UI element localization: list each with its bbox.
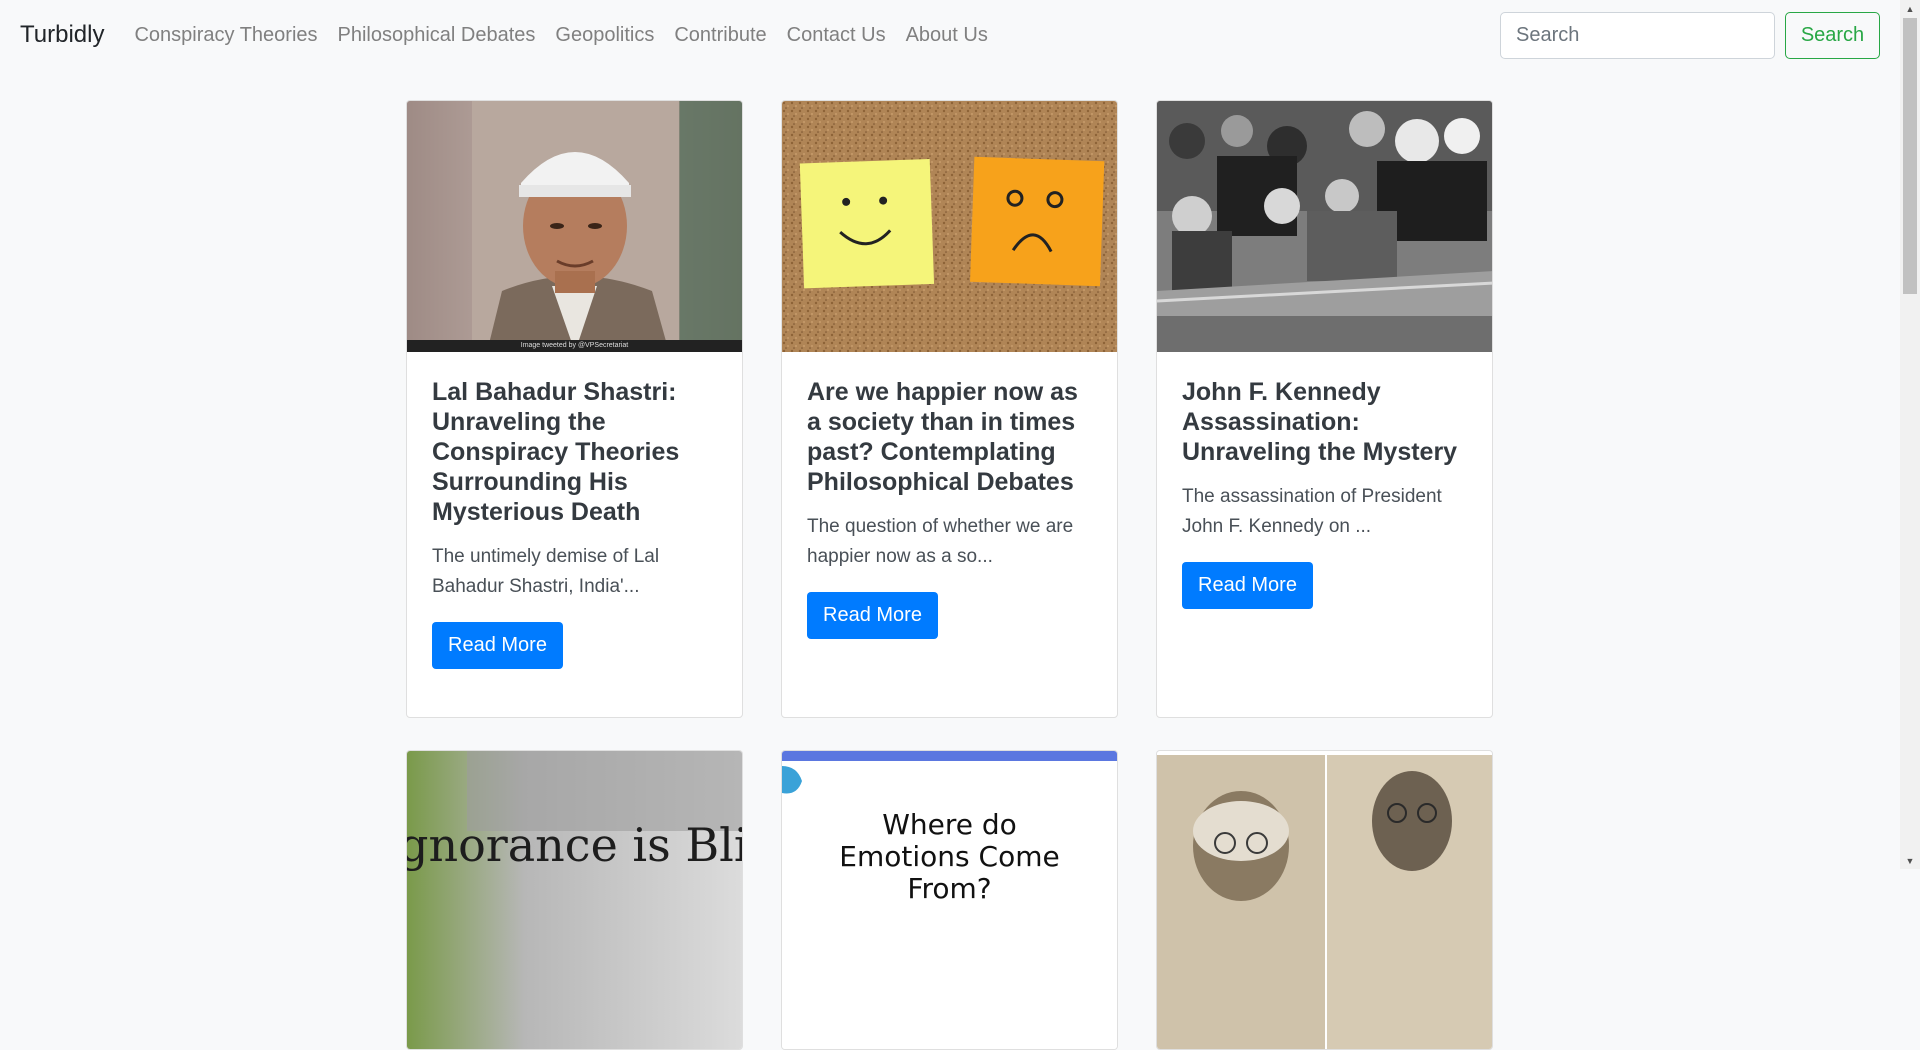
article-title[interactable]: Are we happier now as a society than in … <box>807 377 1092 497</box>
sticky-notes-image <box>782 101 1117 352</box>
article-excerpt: The untimely demise of Lal Bahadur Shast… <box>432 546 660 597</box>
navbar: Turbidly Conspiracy Theories Philosophic… <box>0 0 1900 70</box>
nav-link-contribute[interactable]: Contribute <box>674 24 766 47</box>
article-image-emotions[interactable]: Where do Emotions Come From? <box>782 751 1117 1049</box>
image-headline: gnorance is Blis <box>407 818 742 872</box>
nav-link-contact-us[interactable]: Contact Us <box>787 24 886 47</box>
nav-link-about-us[interactable]: About Us <box>906 24 988 47</box>
scroll-thumb[interactable] <box>1903 18 1917 294</box>
nav-link-conspiracy-theories[interactable]: Conspiracy Theories <box>134 24 317 47</box>
article-title[interactable]: Lal Bahadur Shastri: Unraveling the Cons… <box>432 377 717 527</box>
article-image-portraits[interactable] <box>1157 751 1492 1049</box>
read-more-button[interactable]: Read More <box>1182 562 1313 609</box>
card-body: John F. Kennedy Assassination: Unravelin… <box>1157 352 1492 634</box>
article-card: Where do Emotions Come From? <box>781 750 1118 1050</box>
article-image-shastri[interactable]: Image tweeted by @VPSecretariat <box>407 101 742 352</box>
image-caption: Image tweeted by @VPSecretariat <box>407 340 742 352</box>
search-button[interactable]: Search <box>1785 11 1880 59</box>
article-card: gnorance is Blis <box>406 750 743 1050</box>
nav-link-geopolitics[interactable]: Geopolitics <box>555 24 654 47</box>
article-excerpt: The assassination of President John F. K… <box>1182 486 1442 537</box>
article-title[interactable]: John F. Kennedy Assassination: Unravelin… <box>1182 377 1467 467</box>
happy-note-icon <box>799 158 935 289</box>
portrait-image <box>407 101 742 352</box>
scroll-up-arrow-icon[interactable]: ▲ <box>1900 0 1920 17</box>
article-card: Are we happier now as a society than in … <box>781 100 1118 718</box>
motorcade-photo <box>1157 101 1492 352</box>
article-card: John F. Kennedy Assassination: Unravelin… <box>1156 100 1493 718</box>
card-body: Are we happier now as a society than in … <box>782 352 1117 664</box>
card-body: Lal Bahadur Shastri: Unraveling the Cons… <box>407 352 742 694</box>
article-excerpt: The question of whether we are happier n… <box>807 516 1074 567</box>
read-more-button[interactable]: Read More <box>807 592 938 639</box>
scroll-down-arrow-icon[interactable]: ▼ <box>1900 852 1920 869</box>
brand-logo[interactable]: Turbidly <box>20 21 104 49</box>
image-headline: Where do Emotions Come From? <box>839 808 1060 905</box>
sad-note-icon <box>970 156 1105 287</box>
article-card: Image tweeted by @VPSecretariat Lal Baha… <box>406 100 743 718</box>
portraits-image <box>1157 751 1492 1049</box>
article-image-sticky-notes[interactable] <box>782 101 1117 352</box>
nav-links: Conspiracy Theories Philosophical Debate… <box>134 24 1007 47</box>
ignorance-image: gnorance is Blis <box>407 751 742 1049</box>
page-scrollbar[interactable]: ▲ ▼ <box>1900 0 1920 869</box>
nav-link-philosophical-debates[interactable]: Philosophical Debates <box>338 24 536 47</box>
article-image-jfk[interactable] <box>1157 101 1492 352</box>
article-card <box>1156 750 1493 1050</box>
article-image-ignorance[interactable]: gnorance is Blis <box>407 751 742 1049</box>
search-form: Search <box>1500 11 1880 59</box>
search-input[interactable] <box>1500 11 1775 59</box>
read-more-button[interactable]: Read More <box>432 622 563 669</box>
